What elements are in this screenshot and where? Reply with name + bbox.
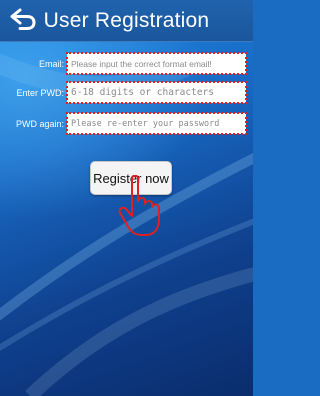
app-screen: User Registration Email: Enter PWD: PWD … — [0, 0, 253, 396]
email-label: Email: — [38, 59, 64, 69]
title-bar: User Registration — [0, 0, 253, 42]
back-arrow-icon — [10, 8, 36, 30]
password-again-field[interactable] — [67, 113, 246, 134]
back-button[interactable] — [8, 8, 38, 32]
register-button[interactable]: Register now — [90, 161, 172, 195]
page-title: User Registration — [43, 9, 210, 32]
email-field[interactable] — [67, 53, 246, 74]
password-field[interactable] — [67, 82, 246, 103]
password-label: Enter PWD: — [16, 88, 64, 98]
password-again-label: PWD again: — [15, 119, 64, 129]
